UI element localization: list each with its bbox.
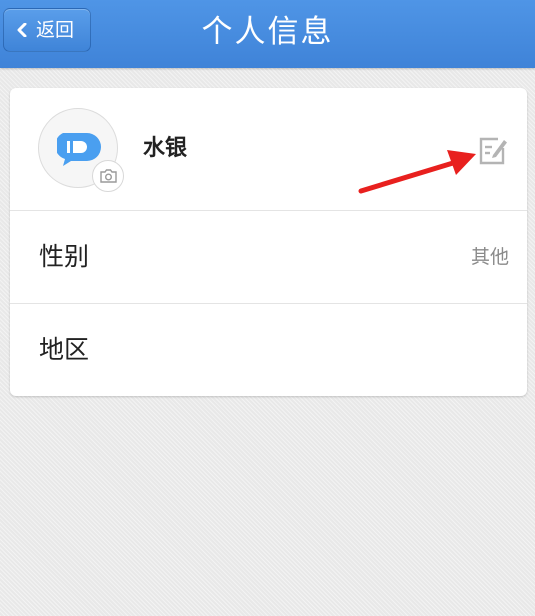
gender-value: 其他 xyxy=(470,246,509,268)
bullet-avatar-icon xyxy=(57,133,101,166)
region-row[interactable]: 地区 xyxy=(10,304,527,396)
gender-label: 性别 xyxy=(39,242,90,271)
gender-row[interactable]: 性别 其他 xyxy=(10,211,527,303)
region-label: 地区 xyxy=(39,335,90,364)
profile-card: 水银 性别 其他 地区 xyxy=(10,88,527,396)
top-navigation-bar: 返回 个人信息 xyxy=(0,0,535,68)
camera-icon xyxy=(100,169,117,183)
username: 水银 xyxy=(143,136,188,161)
page-title: 个人信息 xyxy=(201,14,334,50)
profile-header-row: 水银 xyxy=(10,88,527,210)
edit-icon[interactable] xyxy=(478,136,508,166)
change-avatar-button[interactable] xyxy=(92,160,124,192)
